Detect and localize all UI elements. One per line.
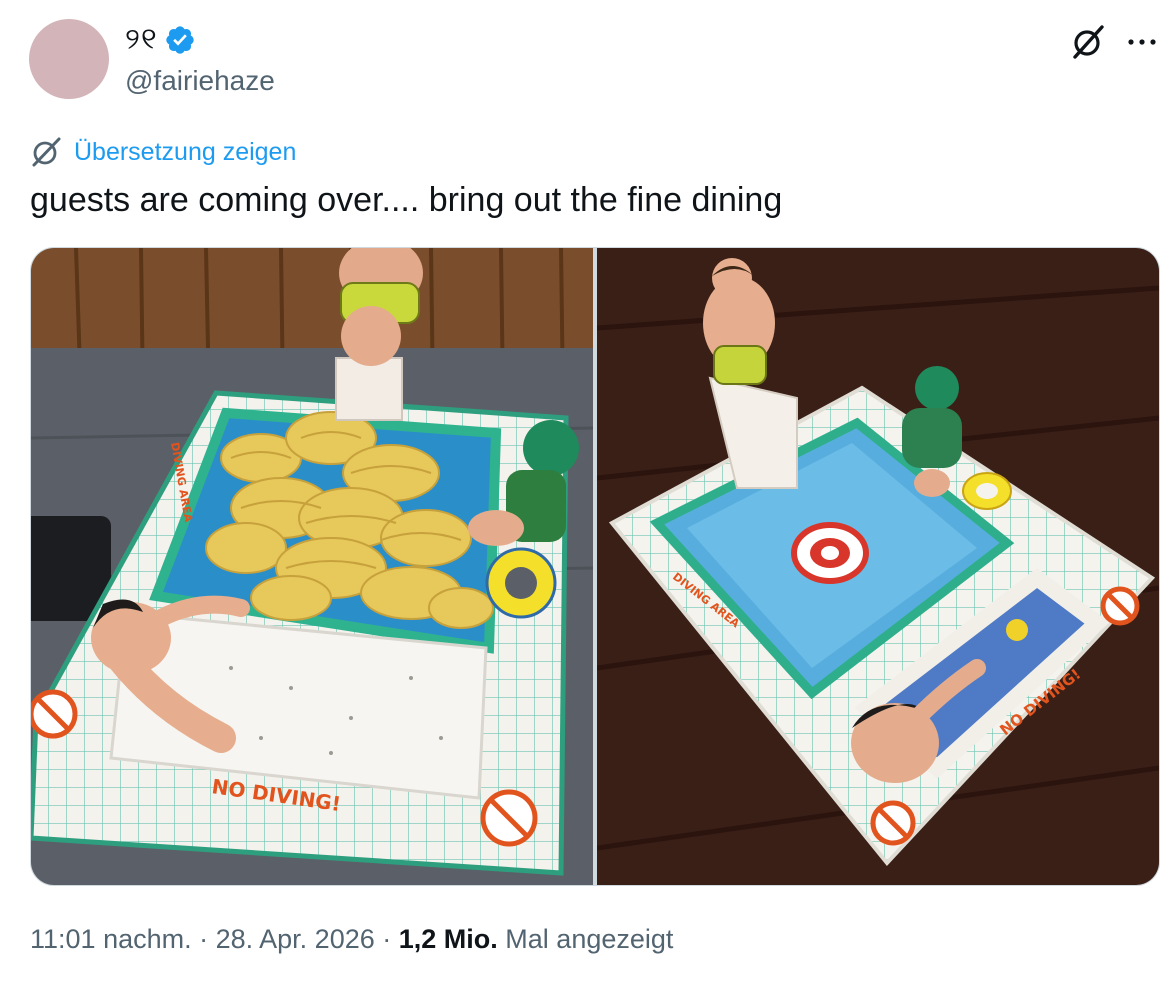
tweet-photo-2[interactable]: NO DIVING! DIVING AREA <box>597 248 1159 885</box>
more-button[interactable] <box>1122 22 1162 62</box>
show-translation-label: Übersetzung zeigen <box>74 138 297 166</box>
meta-separator: · <box>374 924 399 954</box>
author-handle[interactable]: @fairiehaze <box>125 64 275 98</box>
views-count: 1,2 Mio. <box>398 924 498 954</box>
tweet-text: guests are coming over.... bring out the… <box>30 181 783 219</box>
grok-button[interactable] <box>1068 22 1108 62</box>
author-avatar[interactable] <box>29 19 109 99</box>
author-name-row: ୨୧ <box>125 22 196 58</box>
grok-icon <box>1073 25 1104 59</box>
tweet-time: 11:01 nachm. <box>30 924 192 954</box>
grok-icon <box>32 137 61 167</box>
meta-separator: · <box>191 924 216 954</box>
tweet-media: NO DIVING! DIVING AREA NO DIVING! DIVING… <box>30 247 1160 886</box>
photo-1-image: NO DIVING! DIVING AREA <box>31 248 593 885</box>
verified-badge-icon <box>165 26 194 54</box>
views-label: Mal angezeigt <box>505 924 674 954</box>
tweet-photo-1[interactable]: NO DIVING! DIVING AREA <box>31 248 593 885</box>
tweet-date: 28. Apr. 2026 <box>215 924 375 954</box>
show-translation-link[interactable]: Übersetzung zeigen <box>30 133 296 171</box>
author-display-name[interactable]: ୨୧ <box>125 22 158 58</box>
more-icon <box>1128 39 1156 45</box>
tweet-time-link[interactable]: 11:01 nachm. · 28. Apr. 2026 <box>30 924 375 954</box>
tweet-meta: 11:01 nachm. · 28. Apr. 2026 · 1,2 Mio. … <box>30 921 673 957</box>
photo-2-image: NO DIVING! DIVING AREA <box>597 248 1159 885</box>
